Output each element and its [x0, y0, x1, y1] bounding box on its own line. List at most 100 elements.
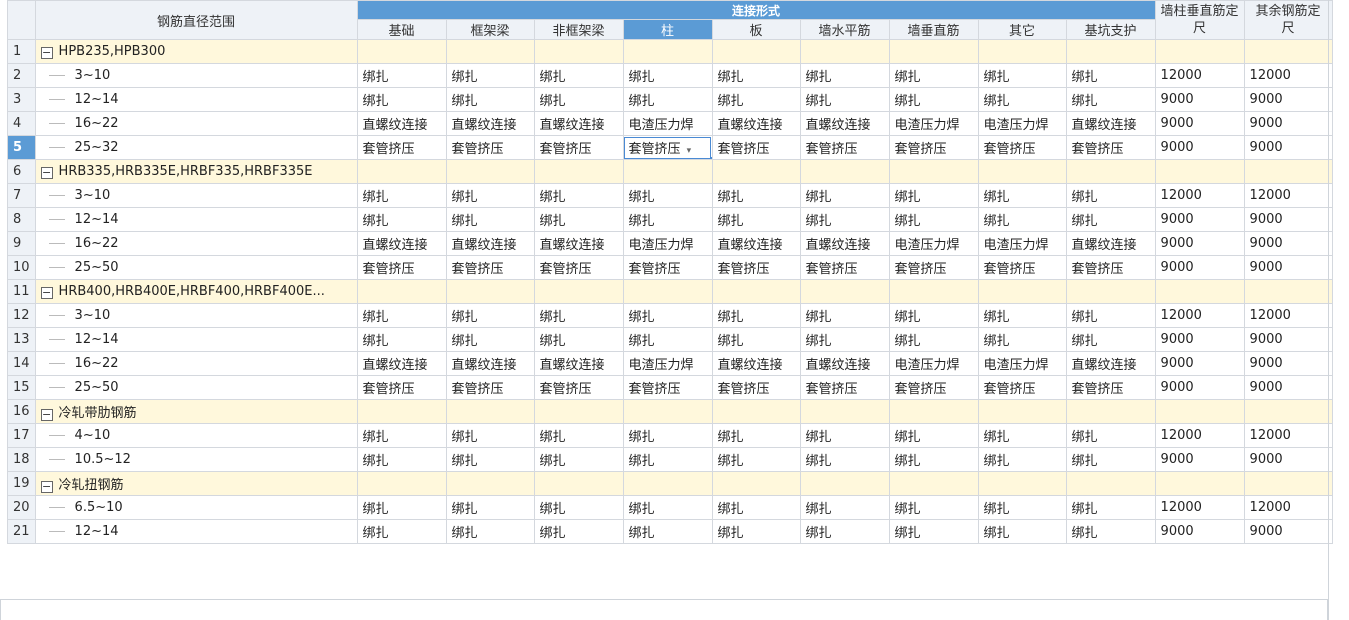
column-header-6[interactable]: 墙垂直筋 — [888, 19, 979, 40]
connection-cell[interactable]: 电渣压力焊 — [977, 351, 1067, 376]
connection-group-header[interactable]: 连接形式 — [356, 0, 1156, 20]
connection-cell[interactable]: 套管挤压 — [622, 375, 713, 400]
column-header-4[interactable]: 板 — [711, 19, 801, 40]
range-cell[interactable]: 16~22 — [34, 231, 358, 256]
table-row[interactable]: 3 12~14 绑扎 绑扎 绑扎 绑扎 绑扎 绑扎 绑扎 绑扎 绑扎 9000 9000 — [7, 87, 1333, 112]
row-number[interactable]: 10 — [7, 255, 36, 280]
wall-length-cell[interactable]: 9000 — [1154, 87, 1245, 112]
range-cell[interactable]: − 冷轧带肋钢筋 — [34, 399, 358, 424]
connection-cell[interactable]: 绑扎 — [977, 207, 1067, 232]
connection-cell[interactable]: 套管挤压 — [799, 135, 890, 160]
connection-cell[interactable]: 套管挤压 — [356, 255, 447, 280]
other-length-cell[interactable]: 9000 — [1243, 519, 1333, 544]
connection-cell[interactable]: 绑扎 — [356, 303, 447, 328]
other-length-cell[interactable]: 9000 — [1243, 87, 1333, 112]
connection-cell[interactable]: 绑扎 — [711, 303, 801, 328]
wall-length-cell[interactable]: 9000 — [1154, 375, 1245, 400]
row-number[interactable]: 9 — [7, 231, 36, 256]
table-row[interactable]: 14 16~22 直螺纹连接 直螺纹连接 直螺纹连接 电渣压力焊 直螺纹连接 直螺纹连接 电渣压… — [7, 351, 1333, 376]
range-cell[interactable]: 6.5~10 — [34, 495, 358, 520]
column-header-3[interactable]: 柱 — [622, 19, 713, 40]
connection-cell[interactable]: 套管挤压 — [799, 255, 890, 280]
range-cell[interactable]: 12~14 — [34, 207, 358, 232]
connection-cell[interactable]: 套管挤压 — [622, 255, 713, 280]
connection-cell[interactable]: 绑扎 — [356, 495, 447, 520]
connection-cell[interactable]: 绑扎 — [799, 303, 890, 328]
connection-cell[interactable]: 套管挤压 — [977, 135, 1067, 160]
connection-cell[interactable]: 套管挤压 — [445, 375, 535, 400]
connection-cell[interactable]: 绑扎 — [711, 207, 801, 232]
connection-cell[interactable]: 绑扎 — [799, 495, 890, 520]
connection-cell[interactable]: 绑扎 — [888, 63, 979, 88]
connection-cell[interactable]: 绑扎 — [356, 447, 447, 472]
connection-cell[interactable]: 绑扎 — [445, 447, 535, 472]
connection-cell[interactable]: 绑扎 — [711, 423, 801, 448]
connection-cell[interactable]: 绑扎 — [888, 183, 979, 208]
connection-cell[interactable]: 绑扎 — [533, 519, 624, 544]
column-header-1[interactable]: 框架梁 — [445, 19, 535, 40]
connection-cell[interactable]: 绑扎 — [888, 327, 979, 352]
table-row[interactable]: 7 3~10 绑扎 绑扎 绑扎 绑扎 绑扎 绑扎 绑扎 绑扎 绑扎 12000 12000 — [7, 183, 1333, 208]
table-row[interactable]: 17 4~10 绑扎 绑扎 绑扎 绑扎 绑扎 绑扎 绑扎 绑扎 绑扎 12000 12000 — [7, 423, 1333, 448]
connection-cell[interactable]: 绑扎 — [799, 423, 890, 448]
range-cell[interactable]: − HRB335,HRB335E,HRBF335,HRBF335E — [34, 159, 358, 184]
connection-cell[interactable]: 绑扎 — [356, 207, 447, 232]
wall-length-cell[interactable]: 12000 — [1154, 303, 1245, 328]
connection-cell[interactable]: 绑扎 — [888, 87, 979, 112]
caret-down-icon[interactable]: ▾ — [687, 146, 692, 156]
connection-cell[interactable]: 绑扎 — [799, 207, 890, 232]
connection-cell[interactable]: 绑扎 — [977, 303, 1067, 328]
connection-cell[interactable]: 绑扎 — [356, 423, 447, 448]
connection-cell[interactable]: 绑扎 — [1065, 519, 1156, 544]
connection-cell[interactable]: 直螺纹连接 — [1065, 351, 1156, 376]
connection-cell[interactable]: 套管挤压 — [799, 375, 890, 400]
connection-cell[interactable]: 绑扎 — [799, 327, 890, 352]
connection-cell[interactable]: 直螺纹连接 — [533, 111, 624, 136]
range-cell[interactable]: 25~50 — [34, 375, 358, 400]
connection-cell[interactable]: 套管挤压 — [445, 135, 535, 160]
row-number[interactable]: 2 — [7, 63, 36, 88]
connection-cell[interactable]: 套管挤压 — [888, 135, 979, 160]
connection-cell[interactable]: 绑扎 — [622, 87, 713, 112]
connection-cell[interactable]: 绑扎 — [533, 87, 624, 112]
connection-cell[interactable]: 绑扎 — [711, 183, 801, 208]
table-row[interactable]: 12 3~10 绑扎 绑扎 绑扎 绑扎 绑扎 绑扎 绑扎 绑扎 绑扎 12000 12000 — [7, 303, 1333, 328]
connection-cell[interactable]: 绑扎 — [356, 87, 447, 112]
connection-cell[interactable]: 电渣压力焊 — [622, 111, 713, 136]
connection-cell[interactable]: 绑扎 — [356, 63, 447, 88]
other-length-cell[interactable]: 9000 — [1243, 231, 1333, 256]
connection-cell[interactable]: 绑扎 — [622, 423, 713, 448]
connection-cell[interactable]: 绑扎 — [799, 447, 890, 472]
range-cell[interactable]: − HRB400,HRB400E,HRBF400,HRBF400E... — [34, 279, 358, 304]
connection-cell[interactable]: 绑扎 — [445, 519, 535, 544]
connection-cell[interactable]: 绑扎 — [711, 63, 801, 88]
range-cell[interactable]: 3~10 — [34, 63, 358, 88]
connection-cell[interactable]: 绑扎 — [711, 447, 801, 472]
connection-cell[interactable]: 绑扎 — [356, 519, 447, 544]
other-length-cell[interactable]: 9000 — [1243, 327, 1333, 352]
connection-cell[interactable]: 直螺纹连接 — [445, 111, 535, 136]
range-cell[interactable]: − HPB235,HPB300 — [34, 39, 358, 64]
connection-cell[interactable]: 套管挤压 — [888, 375, 979, 400]
other-length-cell[interactable]: 9000 — [1243, 135, 1333, 160]
connection-cell[interactable]: 套管挤压 — [533, 255, 624, 280]
connection-cell[interactable]: 直螺纹连接 — [1065, 231, 1156, 256]
connection-cell[interactable]: 直螺纹连接 — [711, 351, 801, 376]
wall-length-cell[interactable]: 9000 — [1154, 447, 1245, 472]
other-length-cell[interactable]: 9000 — [1243, 255, 1333, 280]
connection-cell[interactable]: 绑扎 — [1065, 207, 1156, 232]
connection-cell[interactable]: 绑扎 — [622, 519, 713, 544]
connection-cell[interactable]: 套管挤压 — [356, 375, 447, 400]
connection-cell[interactable]: 绑扎 — [888, 207, 979, 232]
connection-cell[interactable]: 绑扎 — [1065, 303, 1156, 328]
other-length-cell[interactable]: 9000 — [1243, 351, 1333, 376]
collapse-icon[interactable]: − — [40, 47, 53, 59]
table-row[interactable]: 5 25~32 套管挤压 套管挤压 套管挤压 套管挤压 ▾ 套管挤压 套管挤压 套管挤压 套管挤压套… — [7, 135, 1333, 160]
row-number[interactable]: 17 — [7, 423, 36, 448]
range-cell[interactable]: 3~10 — [34, 303, 358, 328]
connection-cell[interactable]: 绑扎 — [1065, 423, 1156, 448]
table-row[interactable]: 13 12~14 绑扎 绑扎 绑扎 绑扎 绑扎 绑扎 绑扎 绑扎 绑扎 9000 9000 — [7, 327, 1333, 352]
connection-cell[interactable]: 套管挤压 — [1065, 255, 1156, 280]
row-number[interactable]: 21 — [7, 519, 36, 544]
connection-cell[interactable]: 绑扎 — [445, 495, 535, 520]
